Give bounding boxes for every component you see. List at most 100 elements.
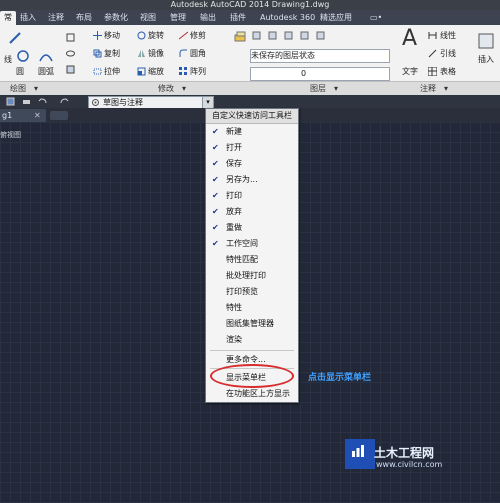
workspace-value: 草图与注释 bbox=[103, 98, 143, 107]
menu-item-label: 在功能区上方显示 bbox=[226, 389, 290, 398]
viewport-label[interactable]: 俯视图 bbox=[0, 130, 21, 140]
menu-item-render[interactable]: 渲染 bbox=[206, 332, 298, 348]
menu-item-label: 图纸集管理器 bbox=[226, 319, 274, 328]
scale-button[interactable]: 缩放 bbox=[148, 67, 164, 77]
tab-plugins[interactable]: 插件 bbox=[226, 12, 250, 24]
menu-item-save[interactable]: ✔ 保存 bbox=[206, 156, 298, 172]
print-icon[interactable] bbox=[22, 97, 31, 106]
menu-item-undo[interactable]: ✔ 放弃 bbox=[206, 204, 298, 220]
circle-tool-icon[interactable] bbox=[16, 49, 30, 63]
menu-item-new[interactable]: ✔ 新建 bbox=[206, 124, 298, 140]
linear-icon bbox=[428, 32, 437, 39]
draw-circle-label: 圆 bbox=[16, 67, 24, 76]
insert-block-icon[interactable] bbox=[478, 33, 494, 49]
layer-tool-icon-3[interactable] bbox=[284, 31, 293, 40]
check-icon: ✔ bbox=[212, 207, 219, 216]
tab-annotate[interactable]: 注释 bbox=[44, 12, 68, 24]
layer-tool-icon-4[interactable] bbox=[300, 31, 309, 40]
leader-button[interactable]: 引线 bbox=[440, 49, 456, 59]
menu-item-plot-preview[interactable]: 打印预览 bbox=[206, 284, 298, 300]
arc-tool-icon[interactable] bbox=[38, 49, 54, 63]
table-button[interactable]: 表格 bbox=[440, 67, 456, 77]
menu-item-sheet-set-manager[interactable]: 图纸集管理器 bbox=[206, 316, 298, 332]
check-icon: ✔ bbox=[212, 175, 219, 184]
tab-layout[interactable]: 布局 bbox=[72, 12, 96, 24]
copy-button[interactable]: 复制 bbox=[104, 49, 120, 59]
menu-item-label: 新建 bbox=[226, 127, 242, 136]
scale-icon bbox=[137, 67, 146, 76]
ellipse-icon[interactable] bbox=[66, 49, 75, 58]
workspace-arrow[interactable]: ▾ bbox=[202, 97, 213, 108]
stretch-icon bbox=[93, 68, 102, 75]
tab-manage[interactable]: 管理 bbox=[166, 12, 190, 24]
tab-home[interactable]: 常 bbox=[0, 11, 16, 25]
leader-icon bbox=[428, 49, 437, 58]
menu-item-properties[interactable]: 特性 bbox=[206, 300, 298, 316]
menu-item-show-above-ribbon[interactable]: 在功能区上方显示 bbox=[206, 386, 298, 402]
text-tool-big-icon[interactable]: A bbox=[402, 27, 417, 51]
mirror-button[interactable]: 镜像 bbox=[148, 49, 164, 59]
group-modify-arrow[interactable]: ▾ bbox=[182, 82, 186, 96]
tab-insert[interactable]: 插入 bbox=[16, 12, 40, 24]
tab-autodesk360[interactable]: Autodesk 360 bbox=[256, 12, 319, 24]
polyline-icon[interactable] bbox=[66, 33, 75, 42]
tab-view[interactable]: 视图 bbox=[136, 12, 160, 24]
customize-qat-menu: 自定义快速访问工具栏 ✔ 新建 ✔ 打开 ✔ 保存 ✔ 另存为... ✔ 打印 ✔ 放弃 ✔… bbox=[205, 108, 299, 403]
menu-item-print[interactable]: ✔ 打印 bbox=[206, 188, 298, 204]
linear-dim-button[interactable]: 线性 bbox=[440, 31, 456, 41]
tab-featured-apps[interactable]: 精选应用 bbox=[316, 12, 356, 24]
group-annotate-arrow[interactable]: ▾ bbox=[444, 82, 448, 96]
hatch-icon[interactable] bbox=[66, 65, 75, 74]
save-icon[interactable] bbox=[6, 97, 15, 106]
menu-item-label: 另存为... bbox=[226, 175, 258, 184]
layer-state-dropdown[interactable]: 未保存的图层状态 bbox=[250, 49, 390, 63]
layer-tool-icon-2[interactable] bbox=[268, 31, 277, 40]
group-annotate-label: 注释 bbox=[420, 84, 436, 93]
menu-item-batch-plot[interactable]: 批处理打印 bbox=[206, 268, 298, 284]
redo-icon[interactable] bbox=[60, 97, 69, 106]
menu-item-label: 特性匹配 bbox=[226, 255, 258, 264]
tab-parametric[interactable]: 参数化 bbox=[100, 12, 132, 24]
menu-item-label: 打开 bbox=[226, 143, 242, 152]
undo-icon[interactable] bbox=[38, 97, 47, 106]
fillet-button[interactable]: 圆角 bbox=[190, 49, 206, 59]
menu-item-label: 保存 bbox=[226, 159, 242, 168]
quick-access-bar bbox=[0, 95, 500, 108]
array-button[interactable]: 阵列 bbox=[190, 67, 206, 77]
group-draw-arrow[interactable]: ▾ bbox=[34, 82, 38, 96]
group-layer-arrow[interactable]: ▾ bbox=[334, 82, 338, 96]
tab-extra[interactable]: ▭• bbox=[366, 12, 386, 24]
title-bar: Autodesk AutoCAD 2014 Drawing1.dwg bbox=[0, 0, 500, 10]
check-icon: ✔ bbox=[212, 191, 219, 200]
check-icon: ✔ bbox=[212, 159, 219, 168]
highlight-ellipse bbox=[210, 364, 294, 388]
menu-item-redo[interactable]: ✔ 重做 bbox=[206, 220, 298, 236]
stretch-button[interactable]: 拉伸 bbox=[104, 67, 120, 77]
tab-drawing1[interactable]: g1 ✕ bbox=[0, 109, 46, 122]
current-layer-dropdown[interactable]: 0 bbox=[250, 67, 390, 81]
watermark-bars-icon bbox=[352, 445, 364, 457]
drawing-tab-label: g1 bbox=[2, 111, 13, 120]
watermark-title: 土木工程网 bbox=[374, 446, 435, 460]
rotate-button[interactable]: 旋转 bbox=[148, 31, 164, 41]
trim-icon bbox=[179, 31, 188, 40]
menu-item-workspace[interactable]: ✔ 工作空间 bbox=[206, 236, 298, 252]
array-icon bbox=[179, 67, 187, 75]
layer-tool-icon-5[interactable] bbox=[316, 31, 325, 40]
move-button[interactable]: 移动 bbox=[104, 31, 120, 41]
close-icon[interactable]: ✕ bbox=[34, 109, 41, 122]
layer-tool-icon-1[interactable] bbox=[252, 31, 261, 40]
tab-output[interactable]: 输出 bbox=[196, 12, 220, 24]
menu-item-match-properties[interactable]: 特性匹配 bbox=[206, 252, 298, 268]
menu-separator bbox=[210, 350, 294, 351]
layer-properties-icon[interactable] bbox=[234, 31, 246, 43]
menu-item-save-as[interactable]: ✔ 另存为... bbox=[206, 172, 298, 188]
current-layer-value: 0 bbox=[301, 69, 307, 78]
layer-state-value: 未保存的图层状态 bbox=[251, 51, 315, 60]
text-button[interactable]: 文字 bbox=[402, 67, 418, 77]
trim-button[interactable]: 修剪 bbox=[190, 31, 206, 41]
insert-button[interactable]: 插入 bbox=[478, 55, 494, 65]
menu-item-open[interactable]: ✔ 打开 bbox=[206, 140, 298, 156]
new-tab-button[interactable] bbox=[50, 111, 68, 120]
line-tool-icon[interactable] bbox=[8, 31, 22, 45]
